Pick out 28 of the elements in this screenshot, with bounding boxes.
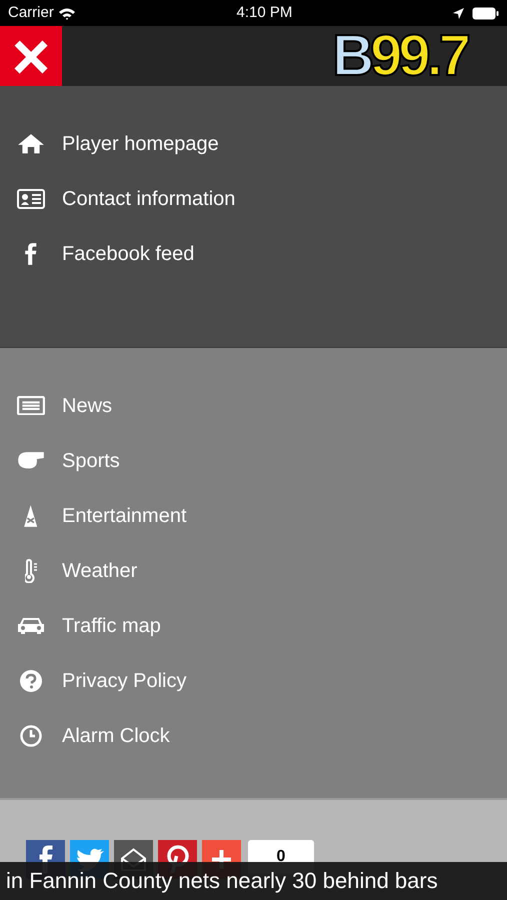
carrier-label: Carrier bbox=[8, 2, 54, 23]
menu-item[interactable]: News bbox=[0, 378, 507, 433]
clock-icon bbox=[19, 724, 43, 748]
thermometer-icon bbox=[24, 558, 38, 582]
contact-card-icon bbox=[17, 188, 45, 208]
home-icon bbox=[17, 132, 45, 154]
menu-item[interactable]: Privacy Policy bbox=[0, 653, 507, 708]
wifi-icon bbox=[58, 6, 76, 20]
car-icon bbox=[17, 616, 45, 634]
menu-item[interactable]: Traffic map bbox=[0, 598, 507, 653]
cone-icon bbox=[23, 504, 39, 528]
menu-item[interactable]: Weather bbox=[0, 543, 507, 598]
menu-item[interactable]: Alarm Clock bbox=[0, 708, 507, 763]
facebook-icon bbox=[24, 242, 38, 266]
menu-item[interactable]: Player homepage bbox=[0, 116, 507, 171]
whistle-icon bbox=[17, 451, 45, 470]
battery-icon bbox=[472, 6, 499, 20]
location-icon bbox=[453, 8, 464, 18]
menu-item[interactable]: Facebook feed bbox=[0, 226, 507, 281]
news-icon bbox=[17, 396, 45, 416]
menu-item[interactable]: Entertainment bbox=[0, 488, 507, 543]
news-ticker: in Fannin County nets nearly 30 behind bars bbox=[0, 862, 507, 900]
close-button[interactable]: × bbox=[0, 26, 62, 86]
status-time: 4:10 PM bbox=[236, 2, 292, 23]
station-logo: B99.7 bbox=[332, 27, 467, 85]
help-icon bbox=[19, 668, 43, 692]
menu-item[interactable]: Contact information bbox=[0, 171, 507, 226]
menu-item[interactable]: Sports bbox=[0, 433, 507, 488]
